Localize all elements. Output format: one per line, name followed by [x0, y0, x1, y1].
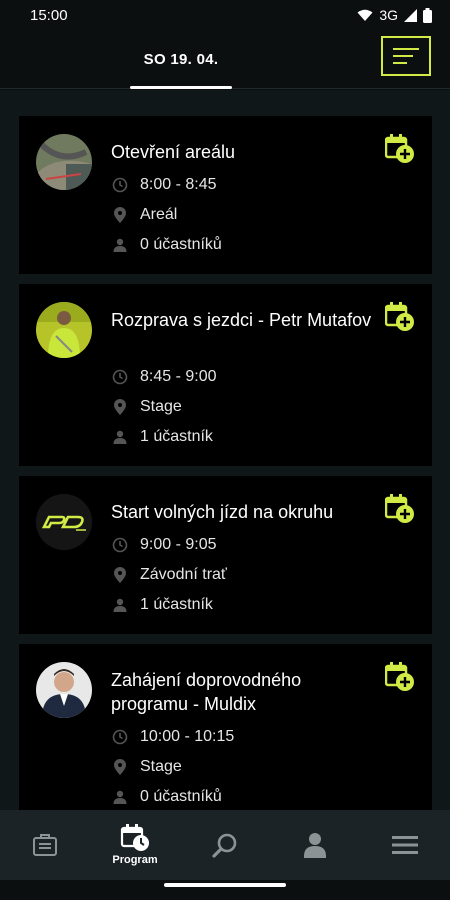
event-place: Stage	[140, 398, 182, 415]
event-participants: 1 účastník	[140, 596, 213, 613]
battery-icon	[423, 7, 432, 23]
search-icon	[212, 833, 237, 858]
location-pin-icon	[111, 566, 129, 584]
person-icon	[111, 236, 129, 254]
event-time: 10:00 - 10:15	[140, 728, 235, 745]
racetrack-aerial-photo	[36, 134, 92, 190]
status-icons: 3G	[357, 7, 432, 23]
location-pin-icon	[111, 398, 129, 416]
calendar-add-icon[interactable]	[385, 134, 415, 164]
event-card[interactable]: Zahájení doprovodného programu - Muldix …	[19, 644, 432, 810]
calendar-clock-icon	[120, 824, 149, 851]
nav-menu[interactable]	[360, 810, 450, 880]
event-title[interactable]: Zahájení doprovodného programu - Muldix	[111, 668, 381, 716]
event-time: 9:00 - 9:05	[140, 536, 217, 553]
event-place-row: Stage	[111, 758, 182, 776]
bottom-nav: Program	[0, 810, 450, 880]
nav-tickets[interactable]	[0, 810, 90, 880]
signal-icon	[404, 8, 417, 22]
person-icon	[111, 788, 129, 806]
event-card[interactable]: Otevření areálu 8:00 - 8:45 Areál 0 účas…	[19, 116, 432, 274]
event-participants-row: 0 účastníků	[111, 788, 222, 806]
man-in-suit-photo	[36, 662, 92, 718]
menu-icon	[392, 836, 418, 854]
event-card[interactable]: Rozprava s jezdci - Petr Mutafov 8:45 - …	[19, 284, 432, 466]
event-title[interactable]: Start volných jízd na okruhu	[111, 500, 381, 524]
header: SO 19. 04.	[0, 30, 450, 89]
event-participants-row: 0 účastníků	[111, 236, 222, 254]
clock-icon	[111, 536, 129, 554]
event-place: Areál	[140, 206, 178, 223]
event-time-row: 10:00 - 10:15	[111, 728, 234, 746]
event-participants-row: 1 účastník	[111, 596, 213, 614]
event-title[interactable]: Otevření areálu	[111, 140, 381, 164]
network-label: 3G	[379, 7, 398, 23]
event-time-row: 8:45 - 9:00	[111, 368, 217, 386]
event-title[interactable]: Rozprava s jezdci - Petr Mutafov	[111, 308, 381, 332]
menu-button[interactable]	[381, 36, 431, 76]
tab-indicator	[130, 86, 232, 89]
event-participants: 0 účastníků	[140, 236, 222, 253]
event-participants-row: 1 účastník	[111, 428, 213, 446]
event-participants: 1 účastník	[140, 428, 213, 445]
clock-icon	[111, 176, 129, 194]
event-list[interactable]: Otevření areálu 8:00 - 8:45 Areál 0 účas…	[0, 90, 450, 810]
tab-date[interactable]: SO 19. 04.	[130, 30, 232, 88]
ticket-icon	[33, 834, 57, 856]
calendar-add-icon[interactable]	[385, 662, 415, 692]
calendar-add-icon[interactable]	[385, 302, 415, 332]
home-indicator[interactable]	[164, 883, 286, 887]
status-bar: 15:00 3G	[0, 0, 450, 30]
event-place-row: Stage	[111, 398, 182, 416]
calendar-add-icon[interactable]	[385, 494, 415, 524]
nav-program-label: Program	[112, 854, 158, 866]
event-time: 8:45 - 9:00	[140, 368, 217, 385]
person-yellow-jacket-photo	[36, 302, 92, 358]
event-participants: 0 účastníků	[140, 788, 222, 805]
event-time: 8:00 - 8:45	[140, 176, 217, 193]
person-icon	[111, 596, 129, 614]
menu-lines-icon	[393, 48, 419, 50]
clock-icon	[111, 368, 129, 386]
wifi-icon	[357, 9, 373, 21]
event-time-row: 9:00 - 9:05	[111, 536, 217, 554]
pd-logo	[36, 494, 92, 550]
event-place: Stage	[140, 758, 182, 775]
nav-search[interactable]	[180, 810, 270, 880]
clock-icon	[111, 728, 129, 746]
nav-profile[interactable]	[270, 810, 360, 880]
event-time-row: 8:00 - 8:45	[111, 176, 217, 194]
location-pin-icon	[111, 758, 129, 776]
event-card[interactable]: Start volných jízd na okruhu 9:00 - 9:05…	[19, 476, 432, 634]
person-icon	[111, 428, 129, 446]
event-place: Závodní trať	[140, 566, 227, 583]
status-time: 15:00	[30, 6, 68, 24]
event-place-row: Areál	[111, 206, 177, 224]
user-icon	[304, 833, 326, 858]
location-pin-icon	[111, 206, 129, 224]
event-place-row: Závodní trať	[111, 566, 227, 584]
nav-program[interactable]: Program	[90, 810, 180, 880]
